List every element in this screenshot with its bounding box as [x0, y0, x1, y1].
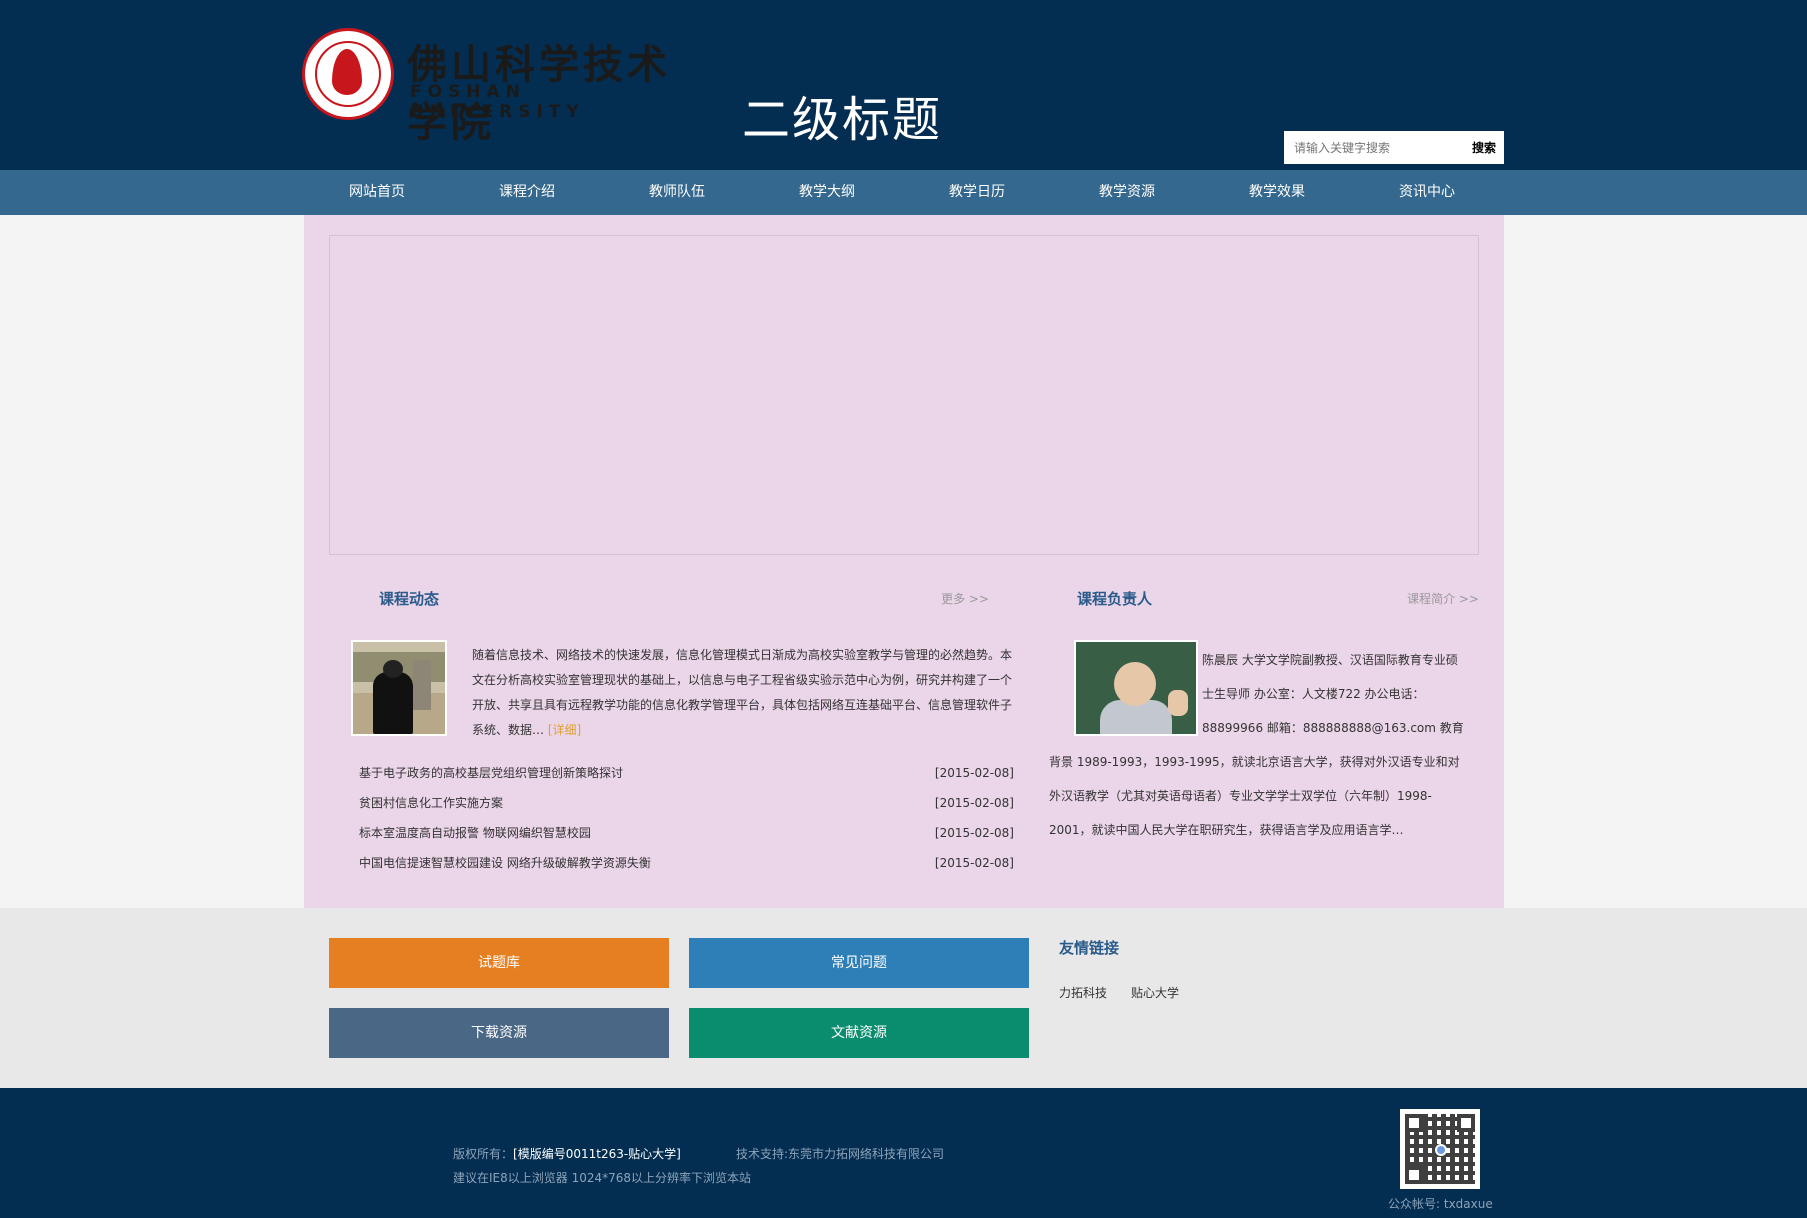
browser-note: 建议在IE8以上浏览器 1024*768以上分辨率下浏览本站: [453, 1171, 752, 1185]
nav-item-home[interactable]: 网站首页: [302, 170, 452, 215]
news-more-link[interactable]: 更多 >>: [941, 590, 989, 607]
news-item-title[interactable]: 基于电子政务的高校基层党组织管理创新策略探讨: [359, 758, 623, 788]
site-header: 佛山科学技术学院 FOSHAN UNIVERSITY 二级标题 搜索: [0, 0, 1807, 170]
list-item: 基于电子政务的高校基层党组织管理创新策略探讨 [2015-02-08]: [359, 758, 1014, 788]
nav-item-course-intro[interactable]: 课程介绍: [452, 170, 602, 215]
university-logo[interactable]: 佛山科学技术学院 FOSHAN UNIVERSITY: [302, 28, 708, 146]
university-emblem-icon: [302, 28, 394, 120]
logo-english-name: FOSHAN UNIVERSITY: [410, 82, 585, 122]
site-footer: 版权所有：[模版编号0011t263-贴心大学] 技术支持:东莞市力拓网络科技有…: [0, 1088, 1807, 1218]
news-item-date: [2015-02-08]: [934, 796, 1014, 810]
search-box: 搜索: [1284, 131, 1504, 164]
friend-links-title: 友情链接: [1059, 939, 1120, 957]
news-item-date: [2015-02-08]: [934, 826, 1014, 840]
list-item: 标本室温度高自动报警 物联网编织智慧校园 [2015-02-08]: [359, 818, 1014, 848]
news-section-title: 课程动态: [379, 590, 440, 608]
question-bank-button[interactable]: 试题库: [329, 938, 669, 988]
search-button[interactable]: 搜索: [1472, 139, 1496, 156]
nav-item-results[interactable]: 教学效果: [1202, 170, 1352, 215]
copyright-value: [模版编号0011t263-贴心大学]: [513, 1147, 681, 1161]
leader-bio: 陈晨辰 大学文学院副教授、汉语国际教育专业硕士生导师 办公室：人文楼722 办公…: [1049, 643, 1469, 847]
download-resources-button[interactable]: 下载资源: [329, 1008, 669, 1058]
literature-resources-button[interactable]: 文献资源: [689, 1008, 1029, 1058]
copyright: 版权所有：[模版编号0011t263-贴心大学]: [453, 1145, 681, 1162]
wechat-account: 公众帐号: txdaxue: [1388, 1197, 1493, 1211]
nav-item-news-center[interactable]: 资讯中心: [1352, 170, 1502, 215]
qr-code-icon: [1400, 1109, 1480, 1189]
leader-section-title: 课程负责人: [1077, 590, 1153, 608]
tech-support: 技术支持:东莞市力拓网络科技有限公司: [736, 1147, 945, 1161]
banner-area: [329, 235, 1479, 555]
news-item-title[interactable]: 中国电信提速智慧校园建设 网络升级破解教学资源失衡: [359, 848, 651, 878]
news-item-title[interactable]: 贫困村信息化工作实施方案: [359, 788, 503, 818]
nav-item-faculty[interactable]: 教师队伍: [602, 170, 752, 215]
nav-item-calendar[interactable]: 教学日历: [902, 170, 1052, 215]
news-item-date: [2015-02-08]: [934, 766, 1014, 780]
leader-section: 课程负责人 课程简介 >> 陈晨辰 大学文学院副教授、汉语国际教育专业硕士生导师…: [1049, 575, 1479, 895]
search-input[interactable]: [1284, 131, 1454, 164]
friend-link-lituo[interactable]: 力拓科技: [1059, 984, 1107, 1001]
list-item: 贫困村信息化工作实施方案 [2015-02-08]: [359, 788, 1014, 818]
faq-button[interactable]: 常见问题: [689, 938, 1029, 988]
news-list: 基于电子政务的高校基层党组织管理创新策略探讨 [2015-02-08] 贫困村信…: [359, 758, 1014, 878]
copyright-label: 版权所有：: [453, 1147, 514, 1161]
news-thumbnail[interactable]: [351, 640, 447, 736]
news-detail-link[interactable]: [详细]: [548, 723, 581, 737]
list-item: 中国电信提速智慧校园建设 网络升级破解教学资源失衡 [2015-02-08]: [359, 848, 1014, 878]
main-content: 课程动态 更多 >> 随着信息技术、网络技术的快速发展，信息化管理模式日渐成为高…: [304, 215, 1504, 908]
news-intro: 随着信息技术、网络技术的快速发展，信息化管理模式日渐成为高校实验室教学与管理的必…: [472, 643, 1012, 743]
nav-item-syllabus[interactable]: 教学大纲: [752, 170, 902, 215]
quick-links-band: [0, 908, 1807, 1088]
news-item-title[interactable]: 标本室温度高自动报警 物联网编织智慧校园: [359, 818, 591, 848]
friend-link-txdaxue[interactable]: 贴心大学: [1131, 984, 1179, 1001]
main-nav: 网站首页 课程介绍 教师队伍 教学大纲 教学日历 教学资源 教学效果 资讯中心: [0, 170, 1807, 215]
site-title: 二级标题: [742, 92, 943, 148]
news-section: 课程动态 更多 >> 随着信息技术、网络技术的快速发展，信息化管理模式日渐成为高…: [329, 575, 1014, 895]
nav-item-resources[interactable]: 教学资源: [1052, 170, 1202, 215]
course-intro-link[interactable]: 课程简介 >>: [1407, 590, 1479, 607]
news-item-date: [2015-02-08]: [934, 856, 1014, 870]
